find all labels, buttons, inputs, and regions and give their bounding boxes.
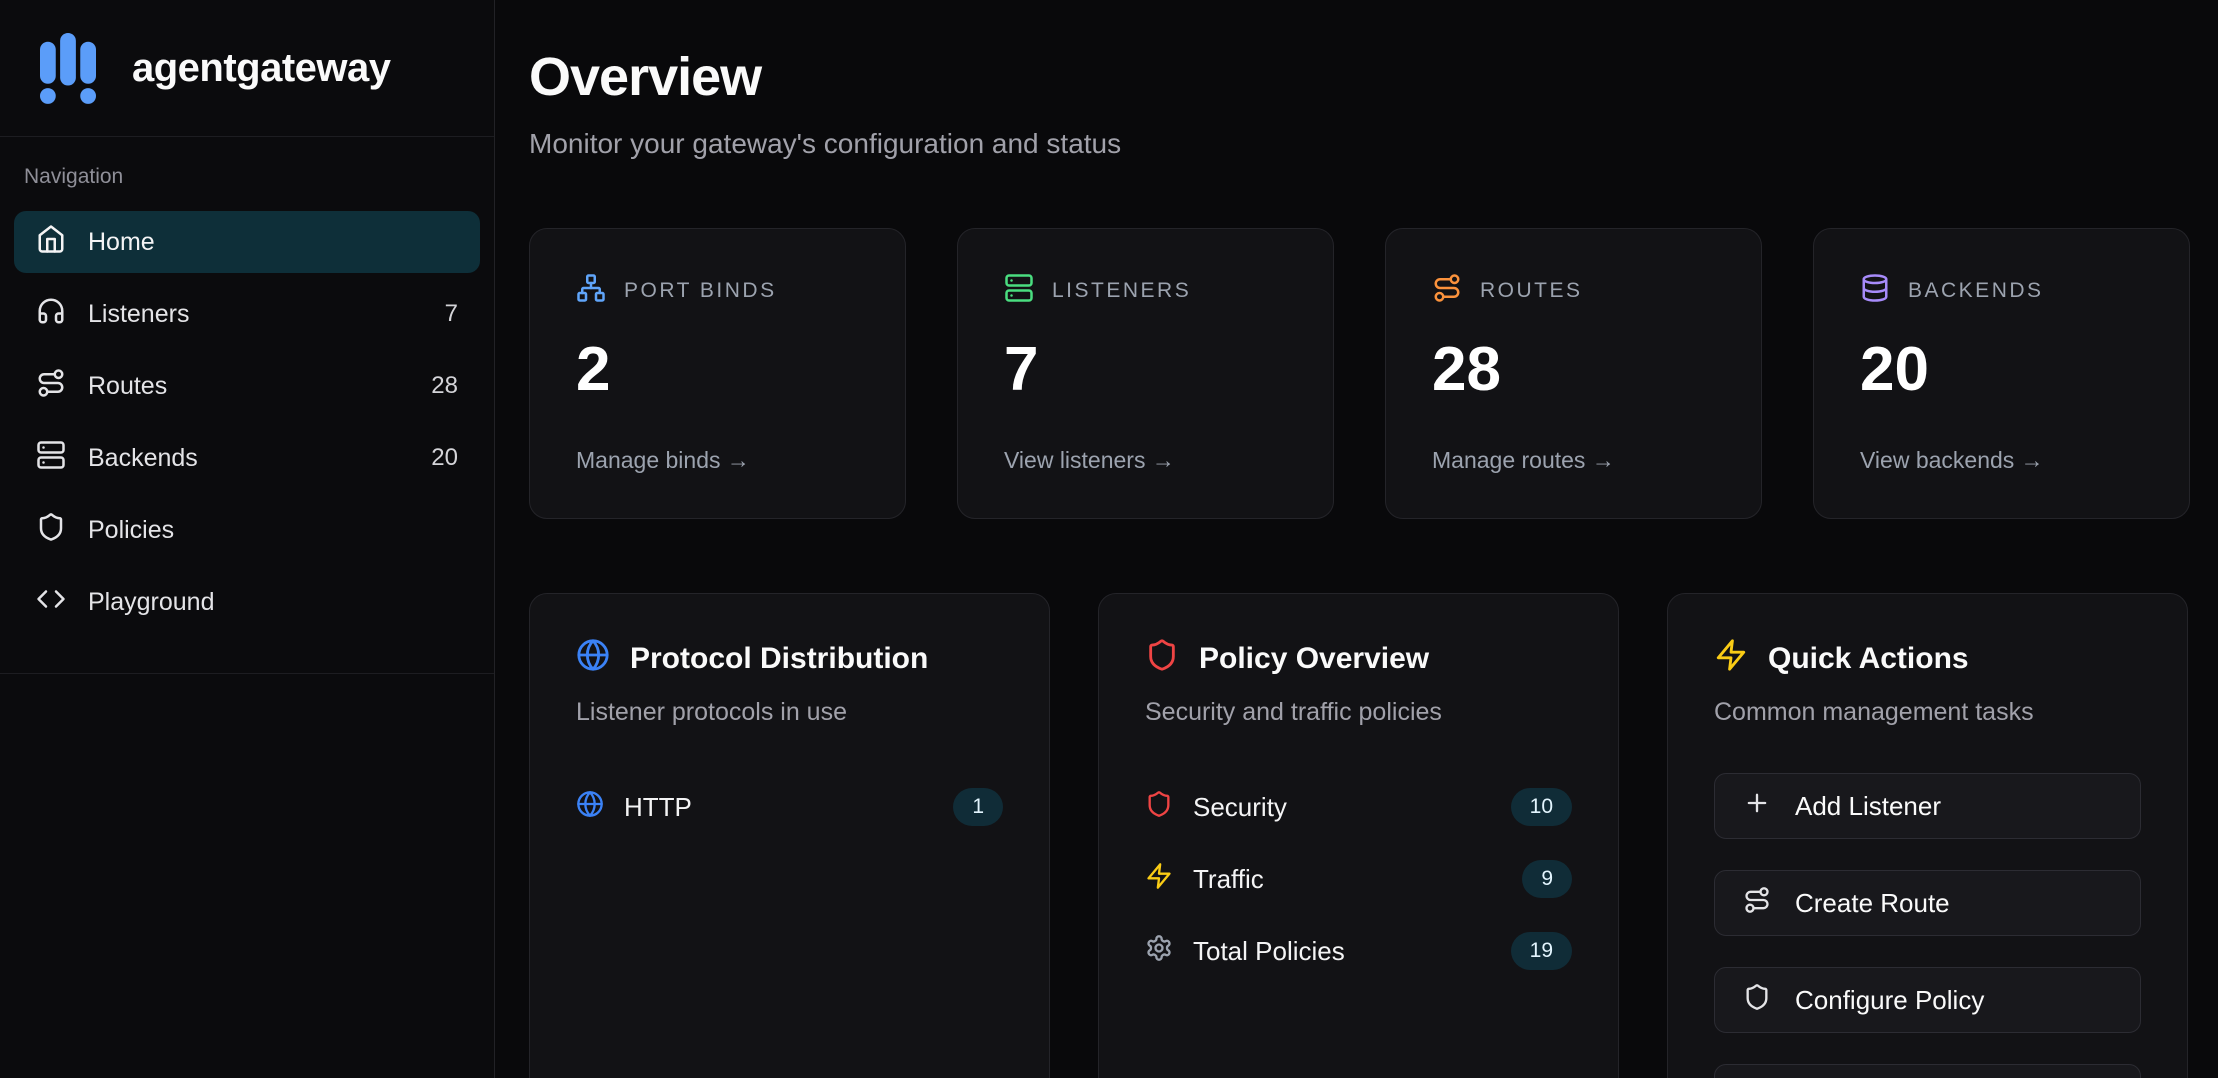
headphones-icon [36,296,66,333]
policy-overview-card: Policy Overview Security and traffic pol… [1098,593,1619,1078]
sidebar-item-label: Routes [88,372,167,401]
policy-row-traffic: Traffic 9 [1145,857,1572,901]
protocol-distribution-card: Protocol Distribution Listener protocols… [529,593,1050,1078]
protocol-row-http: HTTP 1 [576,785,1003,829]
globe-icon [576,790,604,825]
create-route-button[interactable]: Create Route [1714,870,2141,936]
backends-count-badge: 20 [431,444,458,472]
home-icon [36,224,66,261]
sidebar-nav: Navigation Home Listeners 7 Routes [0,137,494,674]
row-label: Security [1193,792,1287,823]
view-backends-link[interactable]: View backends → [1860,447,2143,474]
routes-count-badge: 28 [431,372,458,400]
page-title: Overview [529,46,2190,108]
sidebar-item-label: Home [88,228,155,257]
card-title: Policy Overview [1199,642,1429,676]
brand-title: agentgateway [132,46,391,91]
card-subtitle: Security and traffic policies [1145,698,1572,727]
view-listeners-link[interactable]: View listeners → [1004,447,1287,474]
stat-cards-row: PORT BINDS 2 Manage binds → LISTENERS 7 … [529,228,2190,519]
listeners-count-badge: 7 [445,300,458,328]
sidebar-header[interactable]: agentgateway [0,0,494,137]
policy-row-security: Security 10 [1145,785,1572,829]
button-label: Create Route [1795,888,1950,919]
stat-value: 28 [1432,334,1715,405]
sidebar-item-label: Playground [88,588,214,617]
route-icon [1432,273,1462,308]
network-icon [576,273,606,308]
sidebar-item-playground[interactable]: Playground [14,571,480,633]
row-label: HTTP [624,792,692,823]
quick-actions-card: Quick Actions Common management tasks Ad… [1667,593,2188,1078]
zap-icon [1714,638,1748,680]
stat-label: ROUTES [1480,279,1583,303]
row-label: Total Policies [1193,936,1345,967]
sidebar-item-listeners[interactable]: Listeners 7 [14,283,480,345]
sidebar-item-routes[interactable]: Routes 28 [14,355,480,417]
code-icon [36,584,66,621]
traffic-count-badge: 9 [1522,860,1572,898]
stat-card-listeners: LISTENERS 7 View listeners → [957,228,1334,519]
sidebar-item-home[interactable]: Home [14,211,480,273]
main-content: Overview Monitor your gateway's configur… [495,0,2218,1078]
card-title: Protocol Distribution [630,642,928,676]
sidebar-item-label: Policies [88,516,174,545]
security-count-badge: 10 [1511,788,1572,826]
configure-policy-button[interactable]: Configure Policy [1714,967,2141,1033]
sidebar-item-policies[interactable]: Policies [14,499,480,561]
card-subtitle: Common management tasks [1714,698,2141,727]
server-icon [36,440,66,477]
stat-card-routes: ROUTES 28 Manage routes → [1385,228,1762,519]
database-icon [1860,273,1890,308]
card-title: Quick Actions [1768,642,1969,676]
stat-value: 7 [1004,334,1287,405]
route-icon [36,368,66,405]
stat-label: PORT BINDS [624,279,777,303]
sidebar-item-label: Backends [88,444,198,473]
stat-card-backends: BACKENDS 20 View backends → [1813,228,2190,519]
sidebar: agentgateway Navigation Home Listeners 7 [0,0,495,1078]
policy-row-total: Total Policies 19 [1145,929,1572,973]
button-label: Add Listener [1795,791,1941,822]
shield-icon [1145,790,1173,825]
row-label: Traffic [1193,864,1264,895]
nav-section-label: Navigation [14,165,480,189]
stat-value: 20 [1860,334,2143,405]
card-subtitle: Listener protocols in use [576,698,1003,727]
stat-value: 2 [576,334,859,405]
zap-icon [1145,862,1173,897]
sidebar-item-label: Listeners [88,300,189,329]
server-icon [1004,273,1034,308]
stat-label: LISTENERS [1052,279,1191,303]
globe-icon [576,638,610,680]
gear-icon [1145,934,1173,969]
overview-cards-row: Protocol Distribution Listener protocols… [529,593,2190,1078]
page-subtitle: Monitor your gateway's configuration and… [529,128,2190,160]
add-listener-button[interactable]: Add Listener [1714,773,2141,839]
shield-icon [36,512,66,549]
button-label: Configure Policy [1795,985,1984,1016]
stat-label: BACKENDS [1908,279,2044,303]
route-icon [1743,886,1771,921]
shield-icon [1743,983,1771,1018]
shield-icon [1145,638,1179,680]
plus-icon [1743,789,1771,824]
quick-action-button-partial[interactable] [1714,1064,2141,1078]
stat-card-port-binds: PORT BINDS 2 Manage binds → [529,228,906,519]
sidebar-item-backends[interactable]: Backends 20 [14,427,480,489]
http-count-badge: 1 [953,788,1003,826]
manage-binds-link[interactable]: Manage binds → [576,447,859,474]
app-root: agentgateway Navigation Home Listeners 7 [0,0,2218,1078]
agentgateway-logo-icon [26,26,110,110]
manage-routes-link[interactable]: Manage routes → [1432,447,1715,474]
total-policies-count-badge: 19 [1511,932,1572,970]
